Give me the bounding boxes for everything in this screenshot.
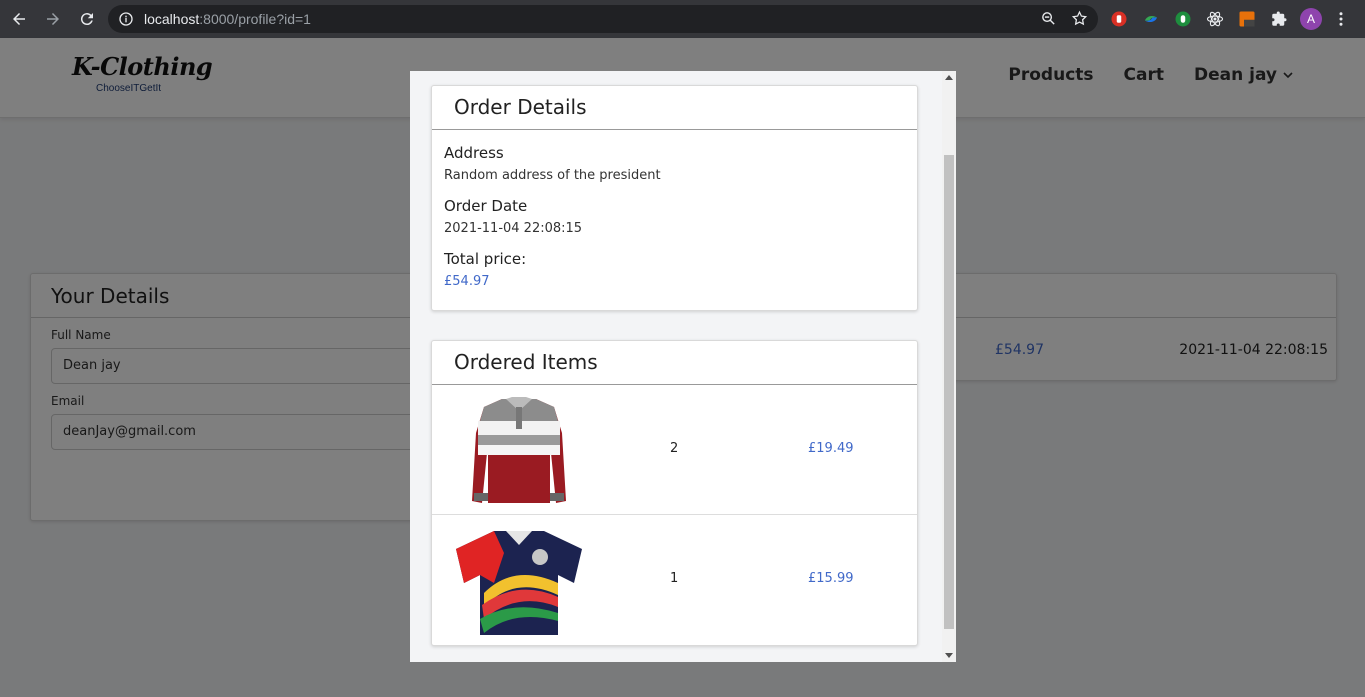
back-button[interactable] xyxy=(4,4,34,34)
extension-orange-off[interactable] xyxy=(1236,8,1258,30)
scrollbar-thumb[interactable] xyxy=(944,155,954,629)
modal-scrollbar[interactable] xyxy=(942,71,956,662)
triangle-down-icon xyxy=(945,653,953,658)
forward-button[interactable] xyxy=(38,4,68,34)
extension-green-swirl[interactable] xyxy=(1140,8,1162,30)
address-label: Address xyxy=(444,144,504,162)
order-details-body: Address Random address of the president … xyxy=(432,130,917,299)
browser-menu-button[interactable] xyxy=(1332,8,1350,30)
list-item: 1 £15.99 xyxy=(432,515,917,645)
order-date-label: Order Date xyxy=(444,197,528,215)
extension-green-circle[interactable] xyxy=(1172,8,1194,30)
item-quantity: 2 xyxy=(670,441,679,456)
address-bar[interactable]: localhost:8000/profile?id=1 xyxy=(108,5,1098,33)
kebab-menu-icon xyxy=(1339,12,1343,26)
scroll-down-button[interactable] xyxy=(942,648,956,662)
extensions-puzzle-button[interactable] xyxy=(1268,8,1290,30)
item-quantity: 1 xyxy=(670,571,679,586)
swirl-icon xyxy=(1145,15,1157,23)
puzzle-icon xyxy=(1272,11,1287,26)
reload-icon xyxy=(80,13,93,26)
star-icon[interactable] xyxy=(1071,10,1088,27)
order-date-value: 2021-11-04 22:08:15 xyxy=(444,221,583,236)
polo-shirt-red-image xyxy=(472,397,566,503)
info-icon[interactable] xyxy=(118,11,134,27)
off-badge-icon xyxy=(1239,11,1255,27)
url-path: :8000/profile?id=1 xyxy=(199,11,311,27)
url-text[interactable]: localhost:8000/profile?id=1 xyxy=(144,11,311,27)
order-modal: Order Details Address Random address of … xyxy=(410,71,956,662)
extensions-area: A xyxy=(1108,8,1350,30)
ordered-items-title: Ordered Items xyxy=(432,341,917,385)
total-price-value: £54.97 xyxy=(444,274,490,289)
circle-d-icon xyxy=(1175,11,1191,27)
arrow-right-icon xyxy=(47,13,59,25)
total-price-label: Total price: xyxy=(444,250,527,268)
address-value: Random address of the president xyxy=(444,168,661,183)
order-details-title: Order Details xyxy=(432,86,917,130)
zoom-icon[interactable] xyxy=(1040,10,1057,27)
scroll-up-button[interactable] xyxy=(942,71,956,85)
triangle-up-icon xyxy=(945,75,953,80)
arrow-left-icon xyxy=(13,13,25,25)
reload-button[interactable] xyxy=(72,4,102,34)
ordered-items-card: Ordered Items 2 £19.49 1 £15.99 xyxy=(431,340,918,646)
react-icon xyxy=(1206,11,1224,27)
extension-react[interactable] xyxy=(1204,8,1226,30)
extension-red[interactable] xyxy=(1108,8,1130,30)
item-price: £15.99 xyxy=(808,571,854,586)
profile-avatar[interactable]: A xyxy=(1300,8,1322,30)
browser-toolbar: localhost:8000/profile?id=1 A xyxy=(0,0,1365,38)
order-details-card: Order Details Address Random address of … xyxy=(431,85,918,311)
item-price: £19.49 xyxy=(808,441,854,456)
list-item: 2 £19.49 xyxy=(432,385,917,515)
url-host: localhost xyxy=(144,11,200,27)
hand-stop-icon xyxy=(1111,11,1127,27)
polo-shirt-colorful-image xyxy=(456,531,582,635)
